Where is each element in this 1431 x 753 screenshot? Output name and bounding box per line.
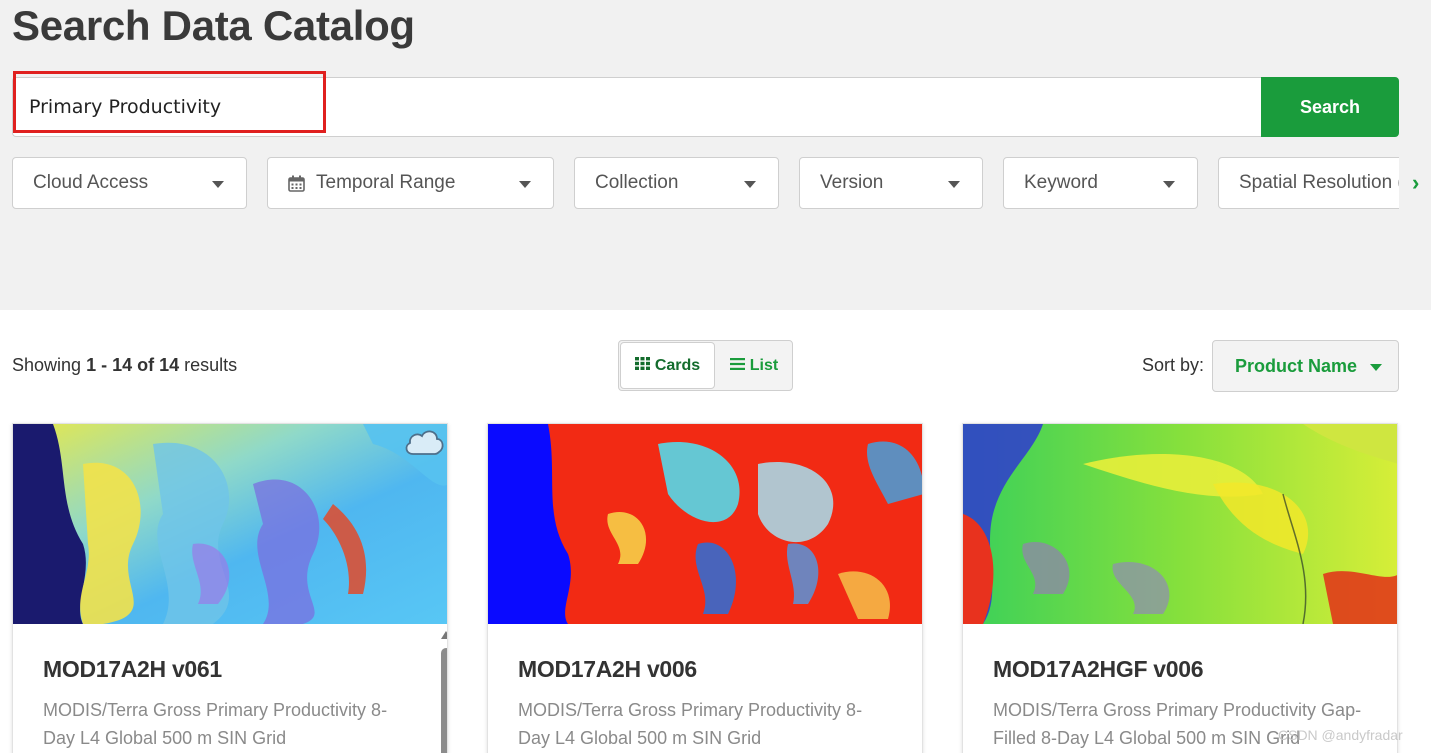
filter-keyword[interactable]: Keyword: [1003, 157, 1198, 209]
cards-view-button[interactable]: Cards: [620, 342, 715, 389]
product-thumbnail: [488, 424, 922, 624]
product-thumbnail: [13, 424, 447, 624]
list-view-label: List: [749, 356, 779, 374]
product-card[interactable]: MOD17A2H v061 MODIS/Terra Gross Primary …: [12, 423, 448, 753]
filter-temporal-range[interactable]: Temporal Range: [267, 157, 554, 209]
results-count: Showing 1 - 14 of 14 results: [12, 355, 237, 376]
sort-selected-value: Product Name: [1235, 355, 1358, 376]
scroll-up-icon[interactable]: [441, 631, 447, 639]
search-input[interactable]: [12, 77, 1262, 137]
search-button[interactable]: Search: [1261, 77, 1399, 137]
chevron-down-icon: [948, 181, 960, 188]
chevron-down-icon: [1370, 364, 1382, 371]
chevron-down-icon: [519, 181, 531, 188]
product-card[interactable]: MOD17A2HGF v006 MODIS/Terra Gross Primar…: [962, 423, 1398, 753]
filter-collection[interactable]: Collection: [574, 157, 779, 209]
product-description: MODIS/Terra Gross Primary Productivity G…: [993, 700, 1362, 748]
page-title: Search Data Catalog: [12, 2, 415, 49]
list-view-button[interactable]: List: [715, 341, 793, 390]
scrollbar-thumb[interactable]: [441, 648, 447, 753]
chevron-down-icon: [212, 181, 224, 188]
product-title: MOD17A2HGF v006: [993, 656, 1204, 682]
chevron-down-icon: [744, 181, 756, 188]
search-bar: Search: [12, 71, 1399, 137]
filter-bar: Cloud Access Temporal Range Collection V…: [12, 157, 1399, 209]
filter-label: Temporal Range: [316, 172, 456, 193]
filter-label: Keyword: [1024, 172, 1098, 193]
product-description: MODIS/Terra Gross Primary Productivity 8…: [43, 700, 388, 748]
grid-icon: [634, 356, 650, 375]
results-prefix: Showing: [12, 355, 87, 375]
calendar-icon: [288, 175, 305, 192]
list-icon: [729, 357, 745, 375]
filter-version[interactable]: Version: [799, 157, 983, 209]
filter-label: Version: [820, 172, 884, 193]
view-toggle: Cards List: [618, 340, 793, 391]
chevron-right-icon[interactable]: ›: [1412, 172, 1428, 194]
filter-label: Spatial Resolution (: [1239, 172, 1399, 193]
product-thumbnail: [963, 424, 1397, 624]
results-suffix: results: [179, 355, 238, 375]
product-title: MOD17A2H v006: [518, 656, 697, 682]
filter-spatial-resolution[interactable]: Spatial Resolution (: [1218, 157, 1399, 209]
chevron-down-icon: [1163, 181, 1175, 188]
filter-label: Collection: [595, 172, 679, 193]
filter-label: Cloud Access: [33, 172, 149, 193]
sort-dropdown[interactable]: Product Name: [1212, 340, 1399, 392]
results-range: 1 - 14 of 14: [86, 355, 180, 375]
sort-label: Sort by:: [1142, 355, 1205, 375]
product-description: MODIS/Terra Gross Primary Productivity 8…: [518, 700, 863, 748]
cloud-icon: [403, 426, 445, 458]
watermark: CSDN @andyfradar: [1278, 727, 1403, 743]
filter-cloud-access[interactable]: Cloud Access: [12, 157, 247, 209]
card-scrollbar[interactable]: [440, 626, 447, 753]
product-title: MOD17A2H v061: [43, 656, 222, 682]
cards-view-label: Cards: [654, 356, 701, 374]
product-card[interactable]: MOD17A2H v006 MODIS/Terra Gross Primary …: [487, 423, 923, 753]
